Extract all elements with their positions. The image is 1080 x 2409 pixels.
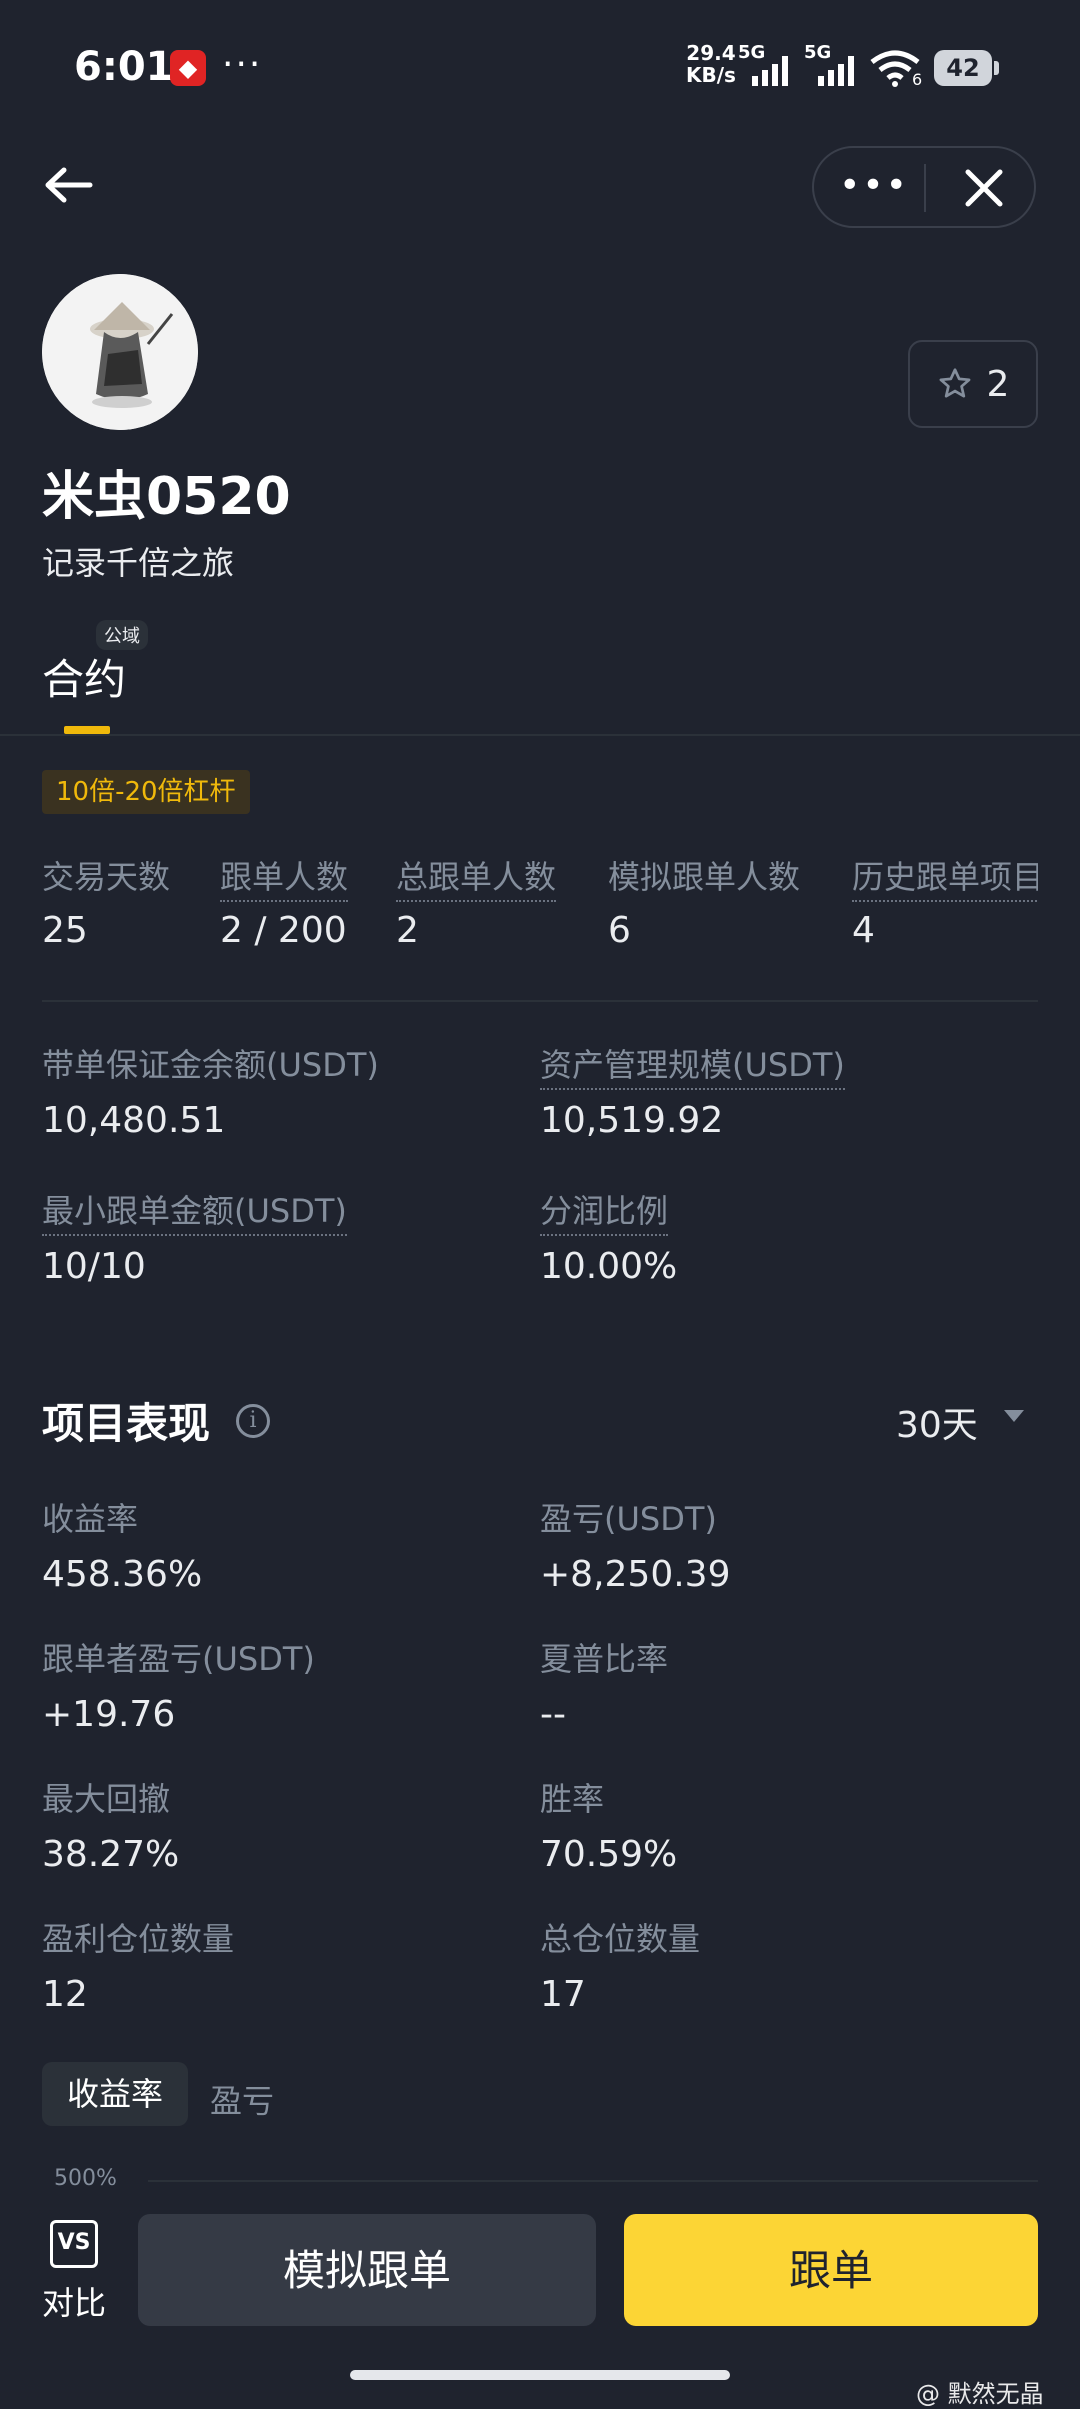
compare-vs-icon[interactable]: VS <box>50 2220 98 2268</box>
min-copy-value: 10/10 <box>42 1246 146 1287</box>
stat-value-followers: 2 / 200 <box>220 910 347 951</box>
follower-pnl-value: +19.76 <box>42 1694 176 1735</box>
aum-label[interactable]: 资产管理规模(USDT) <box>540 1040 845 1090</box>
simulate-copy-button[interactable]: 模拟跟单 <box>138 2214 596 2326</box>
chart-tab-roi[interactable]: 收益率 <box>42 2062 188 2126</box>
avatar-figure-icon <box>42 274 198 430</box>
home-indicator[interactable] <box>350 2370 730 2380</box>
tab-contract[interactable]: 合约 <box>42 646 126 707</box>
back-button[interactable] <box>40 160 100 210</box>
sharpe-value: -- <box>540 1694 566 1735</box>
profit-share-value: 10.00% <box>540 1246 678 1287</box>
stat-label-total-followers[interactable]: 总跟单人数 <box>396 852 557 902</box>
stat-value-history: 4 <box>852 910 875 951</box>
leverage-tag: 10倍-20倍杠杆 <box>42 770 250 814</box>
mini-program-capsule: ••• <box>812 146 1036 228</box>
close-button[interactable] <box>944 158 1024 218</box>
total-positions-value: 17 <box>540 1974 586 2015</box>
section-divider <box>42 1000 1038 1002</box>
signal-1-bars-icon <box>752 52 788 86</box>
tab-active-indicator <box>64 726 110 734</box>
performance-title: 项目表现 <box>42 1399 211 1448</box>
win-rate-value: 70.59% <box>540 1834 678 1875</box>
watermark: @ 默然无晶 <box>916 2380 1044 2408</box>
tabs-divider <box>0 734 1080 736</box>
period-selector[interactable]: 30天 <box>896 1396 978 1448</box>
min-copy-label[interactable]: 最小跟单金额(USDT) <box>42 1186 347 1236</box>
roi-value: 458.36% <box>42 1554 203 1595</box>
stat-value-total-followers: 2 <box>396 910 419 951</box>
stat-value-trading-days: 25 <box>42 910 88 951</box>
trader-bio: 记录千倍之旅 <box>42 544 235 582</box>
star-icon <box>939 368 970 398</box>
stat-label-sim-followers: 模拟跟单人数 <box>608 858 801 896</box>
max-drawdown-label: 最大回撤 <box>42 1780 171 1818</box>
margin-balance-value: 10,480.51 <box>42 1100 226 1141</box>
total-positions-label: 总仓位数量 <box>540 1920 701 1958</box>
network-speed: 29.4 KB/s <box>686 42 736 86</box>
battery-tip <box>994 61 999 75</box>
wifi-level: 6 <box>912 70 923 89</box>
stat-label-trading-days: 交易天数 <box>42 858 171 896</box>
max-drawdown-value: 38.27% <box>42 1834 180 1875</box>
follower-pnl-label: 跟单者盈亏(USDT) <box>42 1640 315 1678</box>
avatar[interactable] <box>42 274 198 430</box>
stat-label-history[interactable]: 历史跟单项目 <box>852 852 1038 902</box>
chart-grid-line <box>148 2180 1038 2182</box>
margin-balance-label: 带单保证金余额(USDT) <box>42 1046 379 1084</box>
roi-label: 收益率 <box>42 1500 139 1538</box>
stat-value-sim-followers: 6 <box>608 910 631 951</box>
battery-indicator: 42 <box>934 50 992 86</box>
info-icon[interactable]: i <box>236 1404 270 1438</box>
win-positions-label: 盈利仓位数量 <box>42 1920 235 1958</box>
notification-app-icon: ◆ <box>170 50 206 86</box>
sharpe-label: 夏普比率 <box>540 1640 669 1678</box>
win-positions-value: 12 <box>42 1974 88 2015</box>
more-notifications-icon: ··· <box>222 44 263 85</box>
copy-trade-button[interactable]: 跟单 <box>624 2214 1038 2326</box>
stat-history-clip: 历史跟单项目 <box>852 846 1038 906</box>
profit-share-label[interactable]: 分润比例 <box>540 1186 669 1236</box>
chart-y-tick: 500% <box>54 2166 117 2191</box>
favorite-count: 2 <box>986 363 1010 405</box>
trader-name: 米虫0520 <box>42 467 291 527</box>
more-options-button[interactable]: ••• <box>834 158 914 218</box>
caret-down-icon[interactable] <box>1004 1410 1024 1422</box>
pnl-value: +8,250.39 <box>540 1554 731 1595</box>
stat-label-followers[interactable]: 跟单人数 <box>220 852 349 902</box>
chart-tab-pnl[interactable]: 盈亏 <box>210 2076 274 2122</box>
network-speed-value: 29.4 <box>686 41 736 65</box>
aum-value: 10,519.92 <box>540 1100 724 1141</box>
status-time: 6:01 <box>74 44 174 90</box>
signal-2-bars-icon <box>818 52 854 86</box>
pnl-label: 盈亏(USDT) <box>540 1500 717 1538</box>
compare-label[interactable]: 对比 <box>42 2278 106 2324</box>
capsule-divider <box>924 164 926 212</box>
network-speed-unit: KB/s <box>686 63 736 87</box>
favorite-button[interactable]: 2 <box>908 340 1038 428</box>
win-rate-label: 胜率 <box>540 1780 605 1818</box>
